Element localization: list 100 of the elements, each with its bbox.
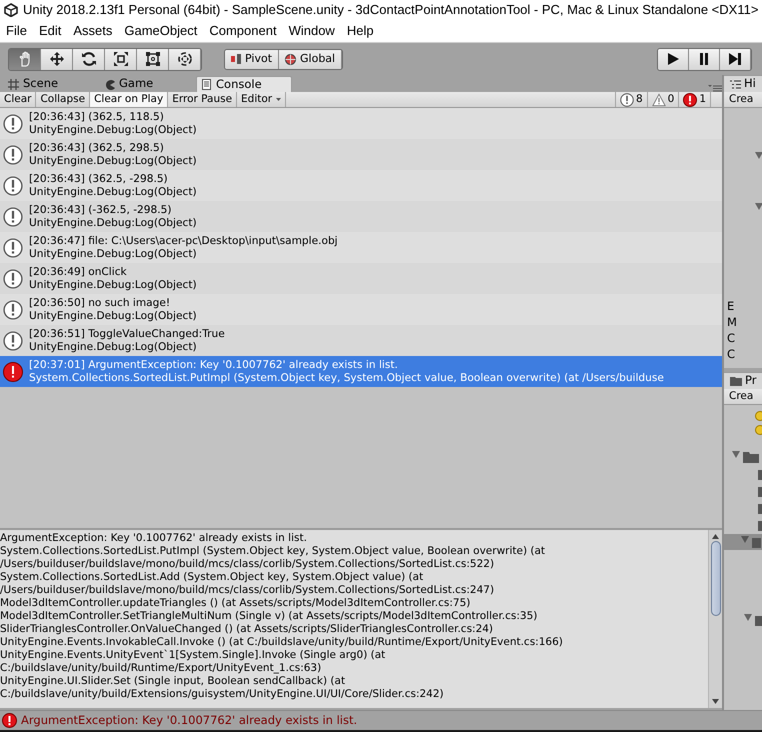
log-source: UnityEngine.Debug:Log(Object) (29, 186, 197, 198)
hierarchy-item[interactable]: C (727, 346, 762, 362)
stack-trace-line: System.Collections.SortedList.Add (System.Object key, System.Object value) (at (0, 571, 424, 584)
pivot-icon (231, 54, 241, 64)
log-message: [20:36:51] ToggleValueChanged:True (29, 328, 225, 340)
error-icon (683, 92, 698, 106)
log-entry[interactable]: [20:36:43] (362.5, 118.5) UnityEngine.Debug:Log(Object) (0, 108, 722, 139)
log-source: UnityEngine.Debug:Log(Object) (29, 310, 197, 322)
menu-item[interactable]: Edit (32, 21, 68, 41)
scroll-down-icon (712, 699, 719, 704)
folder-icon (743, 451, 759, 463)
log-source: UnityEngine.Debug:Log(Object) (29, 124, 197, 136)
log-source: UnityEngine.Debug:Log(Object) (29, 216, 197, 230)
log-source: System.Collections.SortedList.PutImpl (System.Object key, System.Object value, Boolean overwrite) (at /Users/builduse (29, 372, 664, 384)
expand-arrow-icon (755, 203, 762, 210)
log-entry[interactable]: [20:36:49] onClick UnityEngine.Debug:Log(Object) (0, 263, 722, 294)
scale-icon (112, 51, 128, 67)
status-message: ArgumentException: Key '0.1007762' already exists in list. (21, 712, 358, 729)
stack-trace-line: C:/buildslave/unity/build/Extensions/guisystem/UnityEngine.UI/UI/Core/Slider.cs:242) (0, 688, 445, 701)
menu-item[interactable]: GameObject (118, 21, 204, 41)
step-icon (728, 52, 742, 66)
menu-item[interactable]: Window (282, 21, 341, 41)
panel-tab[interactable]: Console (196, 76, 292, 92)
list-icon (730, 80, 741, 88)
toolbar-button[interactable]: Error Pause (168, 92, 238, 107)
editor-dropdown[interactable]: Editor (237, 92, 286, 107)
window-title: Unity 2018.2.13f1 Personal (64bit) - SampleScene.unity - 3dContactPointAnnotationTool - PC, Mac & Linux Standalone <DX11> (23, 1, 758, 20)
hierarchy-item[interactable]: E (727, 298, 762, 314)
panel-tab[interactable]: Game (100, 76, 196, 92)
log-source: UnityEngine.Debug:Log(Object) (29, 154, 197, 168)
stack-trace-line: UnityEngine.UI.Slider.Set (Single input, Boolean sendCallback) (at (0, 675, 346, 688)
folder-icon (752, 536, 761, 548)
log-entry[interactable]: [20:36:43] (362.5, -298.5) UnityEngine.Debug:Log(Object) (0, 170, 722, 201)
info-icon (3, 238, 23, 258)
log-entry[interactable]: [20:36:51] ToggleValueChanged:True UnityEngine.Debug:Log(Object) (0, 325, 722, 356)
stack-trace-line: /Users/builduser/buildslave/mono/build/mcs/class/corlib/System.Collections/SortedList.cs:247) (0, 584, 496, 597)
expand-arrow-icon (741, 536, 749, 543)
stack-trace-line: UnityEngine.Events.InvokableCall.Invoke () (at C:/buildslave/unity/build/Runtime/Export/UnityEvent.cs:166) (0, 636, 564, 649)
scrollbar[interactable] (708, 530, 722, 708)
rotate-icon (80, 51, 96, 67)
tool-button[interactable] (105, 48, 137, 70)
log-message: [20:36:50] no such image! (29, 296, 172, 310)
create-button[interactable]: Crea (724, 389, 762, 405)
rect-tool-icon (144, 51, 160, 67)
info-icon (3, 176, 23, 196)
playback-button[interactable] (720, 48, 751, 70)
folder-icon (730, 376, 742, 386)
tool-button[interactable] (73, 48, 105, 70)
stack-trace-line: /Users/builduser/buildslave/mono/build/mcs/class/corlib/System.Collections/SortedList.cs:522) (0, 558, 496, 571)
log-source: UnityEngine.Debug:Log(Object) (29, 340, 198, 354)
info-icon (3, 330, 23, 350)
toolbar-button[interactable]: Clear (0, 92, 36, 107)
log-message: [20:37:01] ArgumentException: Key '0.1007762' already exists in list. (29, 358, 399, 372)
stack-trace-line: C:/buildslave/unity/build/Runtime/Export/UnityEvent_1.cs:63) (0, 662, 322, 675)
log-message: [20:36:43] (362.5, 298.5) (29, 142, 165, 154)
log-message: [20:36:49] onClick (29, 266, 128, 278)
panel-tab[interactable]: Scene (4, 76, 100, 92)
menu-item[interactable]: Assets (67, 21, 118, 41)
log-message: [20:36:43] (362.5, -298.5) (29, 172, 169, 186)
tool-button[interactable] (137, 48, 169, 70)
play-icon (666, 52, 680, 66)
create-button[interactable]: Crea (724, 92, 762, 108)
log-entry[interactable]: [20:36:43] (362.5, 298.5) UnityEngine.Debug:Log(Object) (0, 139, 722, 170)
log-message: [20:36:43] (362.5, 118.5) (29, 110, 165, 124)
toolbar-button[interactable]: Clear on Play (90, 92, 168, 107)
log-entry[interactable]: [20:36:43] (-362.5, -298.5) UnityEngine.Debug:Log(Object) (0, 201, 722, 232)
error-icon (3, 362, 23, 382)
info-icon (3, 144, 23, 164)
playback-button[interactable] (689, 48, 720, 70)
log-message: [20:36:47] file: C:\Users\acer-pc\Desktop\input\sample.obj (29, 234, 338, 248)
tool-button[interactable] (41, 48, 73, 70)
expand-arrow-icon (732, 451, 740, 458)
count-toggle[interactable]: 8 (614, 92, 647, 107)
log-entry[interactable]: [20:36:50] no such image! UnityEngine.Debug:Log(Object) (0, 294, 722, 325)
expand-arrow-icon (755, 152, 762, 159)
stack-trace-line: Model3dItemController.SetTriangleMultiNum (Single v) (at Assets/scripts/Model3dItemController.cs:35) (0, 610, 538, 623)
expand-arrow-icon (744, 614, 752, 621)
console-icon (201, 79, 212, 90)
hand-icon (16, 51, 32, 67)
transform-icon (176, 51, 192, 67)
log-entry[interactable]: [20:37:01] ArgumentException: Key '0.1007762' already exists in list. System.Collections.SortedList.PutImpl (System.Object key, System.Object value, Boolean overwrite) (at /Users/builduse (0, 356, 722, 387)
hierarchy-item[interactable]: C (727, 330, 762, 346)
log-entry[interactable]: [20:36:47] file: C:\Users\acer-pc\Desktop\input\sample.obj UnityEngine.Debug:Log(Object) (0, 232, 722, 263)
warning-icon (652, 92, 666, 106)
handle-button[interactable]: Global (279, 50, 342, 68)
count-toggle[interactable]: 1 (678, 92, 710, 107)
handle-button[interactable]: Pivot (225, 50, 280, 68)
menu-item[interactable]: File (0, 21, 33, 41)
count-toggle[interactable]: 0 (646, 92, 678, 107)
info-icon (3, 300, 23, 320)
menu-item[interactable]: Component (203, 21, 283, 41)
info-icon (620, 92, 634, 106)
caret-icon (276, 98, 282, 101)
log-source: UnityEngine.Debug:Log(Object) (29, 278, 197, 292)
info-icon (3, 206, 23, 226)
playback-button[interactable] (658, 48, 689, 70)
hierarchy-item[interactable]: M (727, 314, 762, 330)
tool-button[interactable] (169, 48, 201, 70)
stack-trace-line: SliderTrianglesController.OnValueChanged () (at Assets/scripts/SliderTrianglesController.cs:24) (0, 623, 494, 636)
menu-item[interactable]: Help (340, 21, 380, 41)
